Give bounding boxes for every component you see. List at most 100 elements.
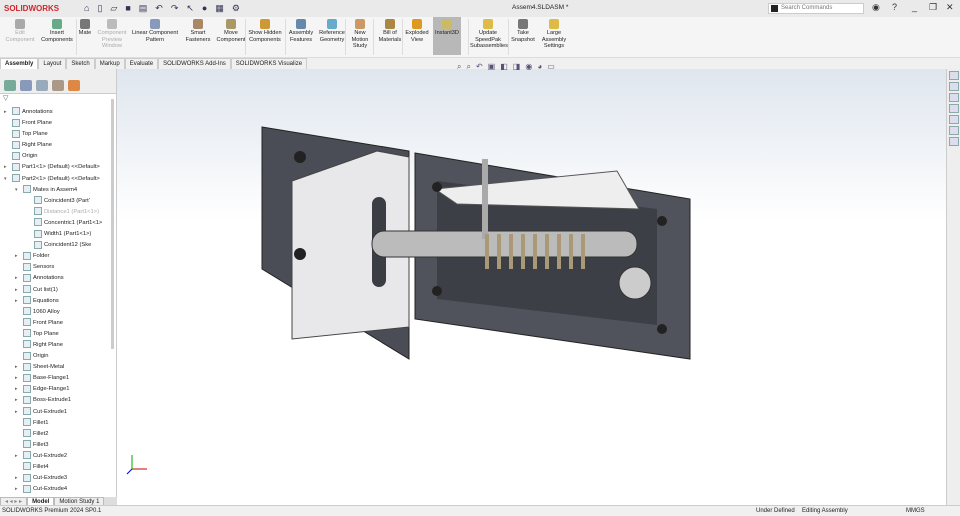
tree-item[interactable]: ▸ Cut-Extrude1 [0,407,110,418]
expand-icon[interactable]: ▸ [15,373,18,384]
new-icon[interactable]: ▯ [97,3,102,14]
undo-icon[interactable]: ↶ [155,3,163,14]
restore-button[interactable]: ❐ [929,2,937,13]
tab-assembly[interactable]: Assembly [0,58,39,69]
expand-icon[interactable]: ▸ [15,296,18,307]
tab-solidworks-visualize[interactable]: SOLIDWORKS Visualize [230,58,308,69]
tree-item[interactable]: Right Plane [0,340,110,351]
tree-item[interactable]: Origin [0,151,110,162]
tree-item[interactable]: ▸ Base-Flange1 [0,373,110,384]
tree-item[interactable]: Width1 (Part1<1>) [0,229,110,240]
tab-markup[interactable]: Markup [94,58,125,69]
print-icon[interactable]: ▤ [139,3,148,14]
hide-show-icon[interactable]: ◉ [525,62,532,72]
expand-icon[interactable]: ▸ [15,473,18,484]
tree-item[interactable]: ▸ Edge-Flange1 [0,384,110,395]
select-icon[interactable]: ↖ [186,3,194,14]
save-icon[interactable]: ■ [125,3,130,14]
tree-item[interactable]: Fillet2 [0,429,110,440]
tree-scrollbar[interactable] [111,99,114,349]
tree-item[interactable]: Fillet4 [0,462,110,473]
tree-item[interactable]: ▸ Cut-Extrude2 [0,451,110,462]
help-icon[interactable]: ? [892,2,897,12]
smart-fasteners-button[interactable]: Smart Fasteners [184,19,212,43]
expand-icon[interactable]: ▸ [4,107,7,118]
tree-item[interactable]: ▸ Cut-Extrude4 [0,484,110,495]
dimxpert-tab[interactable] [52,80,64,91]
search-commands-input[interactable]: Search Commands [768,3,864,14]
filter-icon[interactable]: ▽ [0,94,116,104]
tree-item[interactable]: Front Plane [0,318,110,329]
tree-item[interactable]: Fillet3 [0,440,110,451]
tree-item[interactable]: ▾ Part2<1> (Default) <<Default> [0,174,110,185]
tree-item[interactable]: Coincident3 (Part' [0,196,110,207]
appearances-icon[interactable] [948,115,959,124]
display-style-icon[interactable]: ◨ [513,62,521,72]
tree-item[interactable]: Top Plane [0,329,110,340]
tree-item[interactable]: Coincident12 (Ske [0,240,110,251]
bill-of-materials-button[interactable]: Bill of Materials [378,19,402,43]
tab-evaluate[interactable]: Evaluate [124,58,159,69]
tree-item[interactable]: Front Plane [0,118,110,129]
expand-icon[interactable]: ▸ [15,285,18,296]
tree-item[interactable]: ▸ Part1<1> (Default) <<Default> [0,162,110,173]
tab-sketch[interactable]: Sketch [66,58,95,69]
edit-component-button[interactable]: Edit Component [4,19,36,43]
expand-icon[interactable]: ▸ [15,395,18,406]
tree-item[interactable]: Concentric1 (Part1<1> [0,218,110,229]
file-explorer-icon[interactable] [948,93,959,102]
traffic-light-icon[interactable]: ● [202,3,207,14]
solidworks-logo[interactable]: SOLIDWORKS [0,4,80,13]
tree-item[interactable]: ▸ Annotations [0,107,110,118]
show-hidden-components-button[interactable]: Show Hidden Components [248,19,282,43]
tree-item[interactable]: 1060 Alloy [0,307,110,318]
take-snapshot-button[interactable]: Take Snapshot [510,19,536,43]
expand-icon[interactable]: ▸ [15,384,18,395]
expand-icon[interactable]: ▸ [15,362,18,373]
instant3d-button[interactable]: Instant3D [433,17,461,55]
new-motion-study-button[interactable]: New Motion Study [348,19,372,50]
tab-solidworks-add-ins[interactable]: SOLIDWORKS Add-Ins [158,58,231,69]
expand-icon[interactable]: ▸ [15,251,18,262]
configuration-manager-tab[interactable] [36,80,48,91]
scene-icon[interactable]: ▭ [547,62,555,72]
assembly-features-button[interactable]: Assembly Features [288,19,314,43]
open-icon[interactable]: ▱ [110,3,117,14]
tree-item[interactable]: Top Plane [0,129,110,140]
component-preview-window-button[interactable]: Component Preview Window [96,19,128,50]
tree-item[interactable]: Distance1 (Part1<1>) [0,207,110,218]
units-selector[interactable]: MMGS [906,506,925,516]
expand-icon[interactable]: ▸ [15,407,18,418]
minimize-button[interactable]: _ [912,2,917,12]
tree-item[interactable]: ▸ Cut-Extrude3 [0,473,110,484]
3dexperience-icon[interactable] [948,137,959,146]
account-icon[interactable]: ◉ [872,2,880,13]
tree-item[interactable]: ▸ Sheet-Metal [0,362,110,373]
redo-icon[interactable]: ↷ [171,3,179,14]
collapse-icon[interactable]: ▾ [15,185,18,196]
expand-icon[interactable]: ▸ [15,484,18,495]
zoom-area-icon[interactable]: ⌕ [466,62,470,72]
update-speedpak-subassemblies-button[interactable]: Update SpeedPak Subassemblies [470,19,508,50]
assembly-model[interactable] [117,69,946,505]
mate-button[interactable]: Mate [78,19,92,37]
tree-item[interactable]: ▸ Cut list(1) [0,284,110,296]
tree-item[interactable]: Origin [0,351,110,362]
expand-icon[interactable]: ▸ [15,451,18,462]
resources-icon[interactable] [948,71,959,80]
move-component-button[interactable]: Move Component [216,19,246,43]
home-icon[interactable]: ⌂ [84,3,89,14]
zoom-to-fit-icon[interactable]: ⌕ [457,62,461,72]
collapse-icon[interactable]: ▾ [4,174,7,185]
tree-item[interactable]: Sensors [0,262,110,273]
options-icon[interactable]: ⚙ [232,3,240,14]
section-view-icon[interactable]: ▣ [488,62,496,72]
tree-item[interactable]: ▸ Folder [0,251,110,262]
feature-manager-tab[interactable] [4,80,16,91]
exploded-view-button[interactable]: Exploded View [405,19,429,43]
linear-component-pattern-button[interactable]: Linear Component Pattern [130,19,180,43]
view-palette-icon[interactable] [948,104,959,113]
graphics-area[interactable]: ⌕ ⌕ ↶ ▣ ◧ ◨ ◉ ◕ ▭ [117,62,946,505]
display-manager-tab[interactable] [68,80,80,91]
tree-item[interactable]: Fillet1 [0,418,110,429]
